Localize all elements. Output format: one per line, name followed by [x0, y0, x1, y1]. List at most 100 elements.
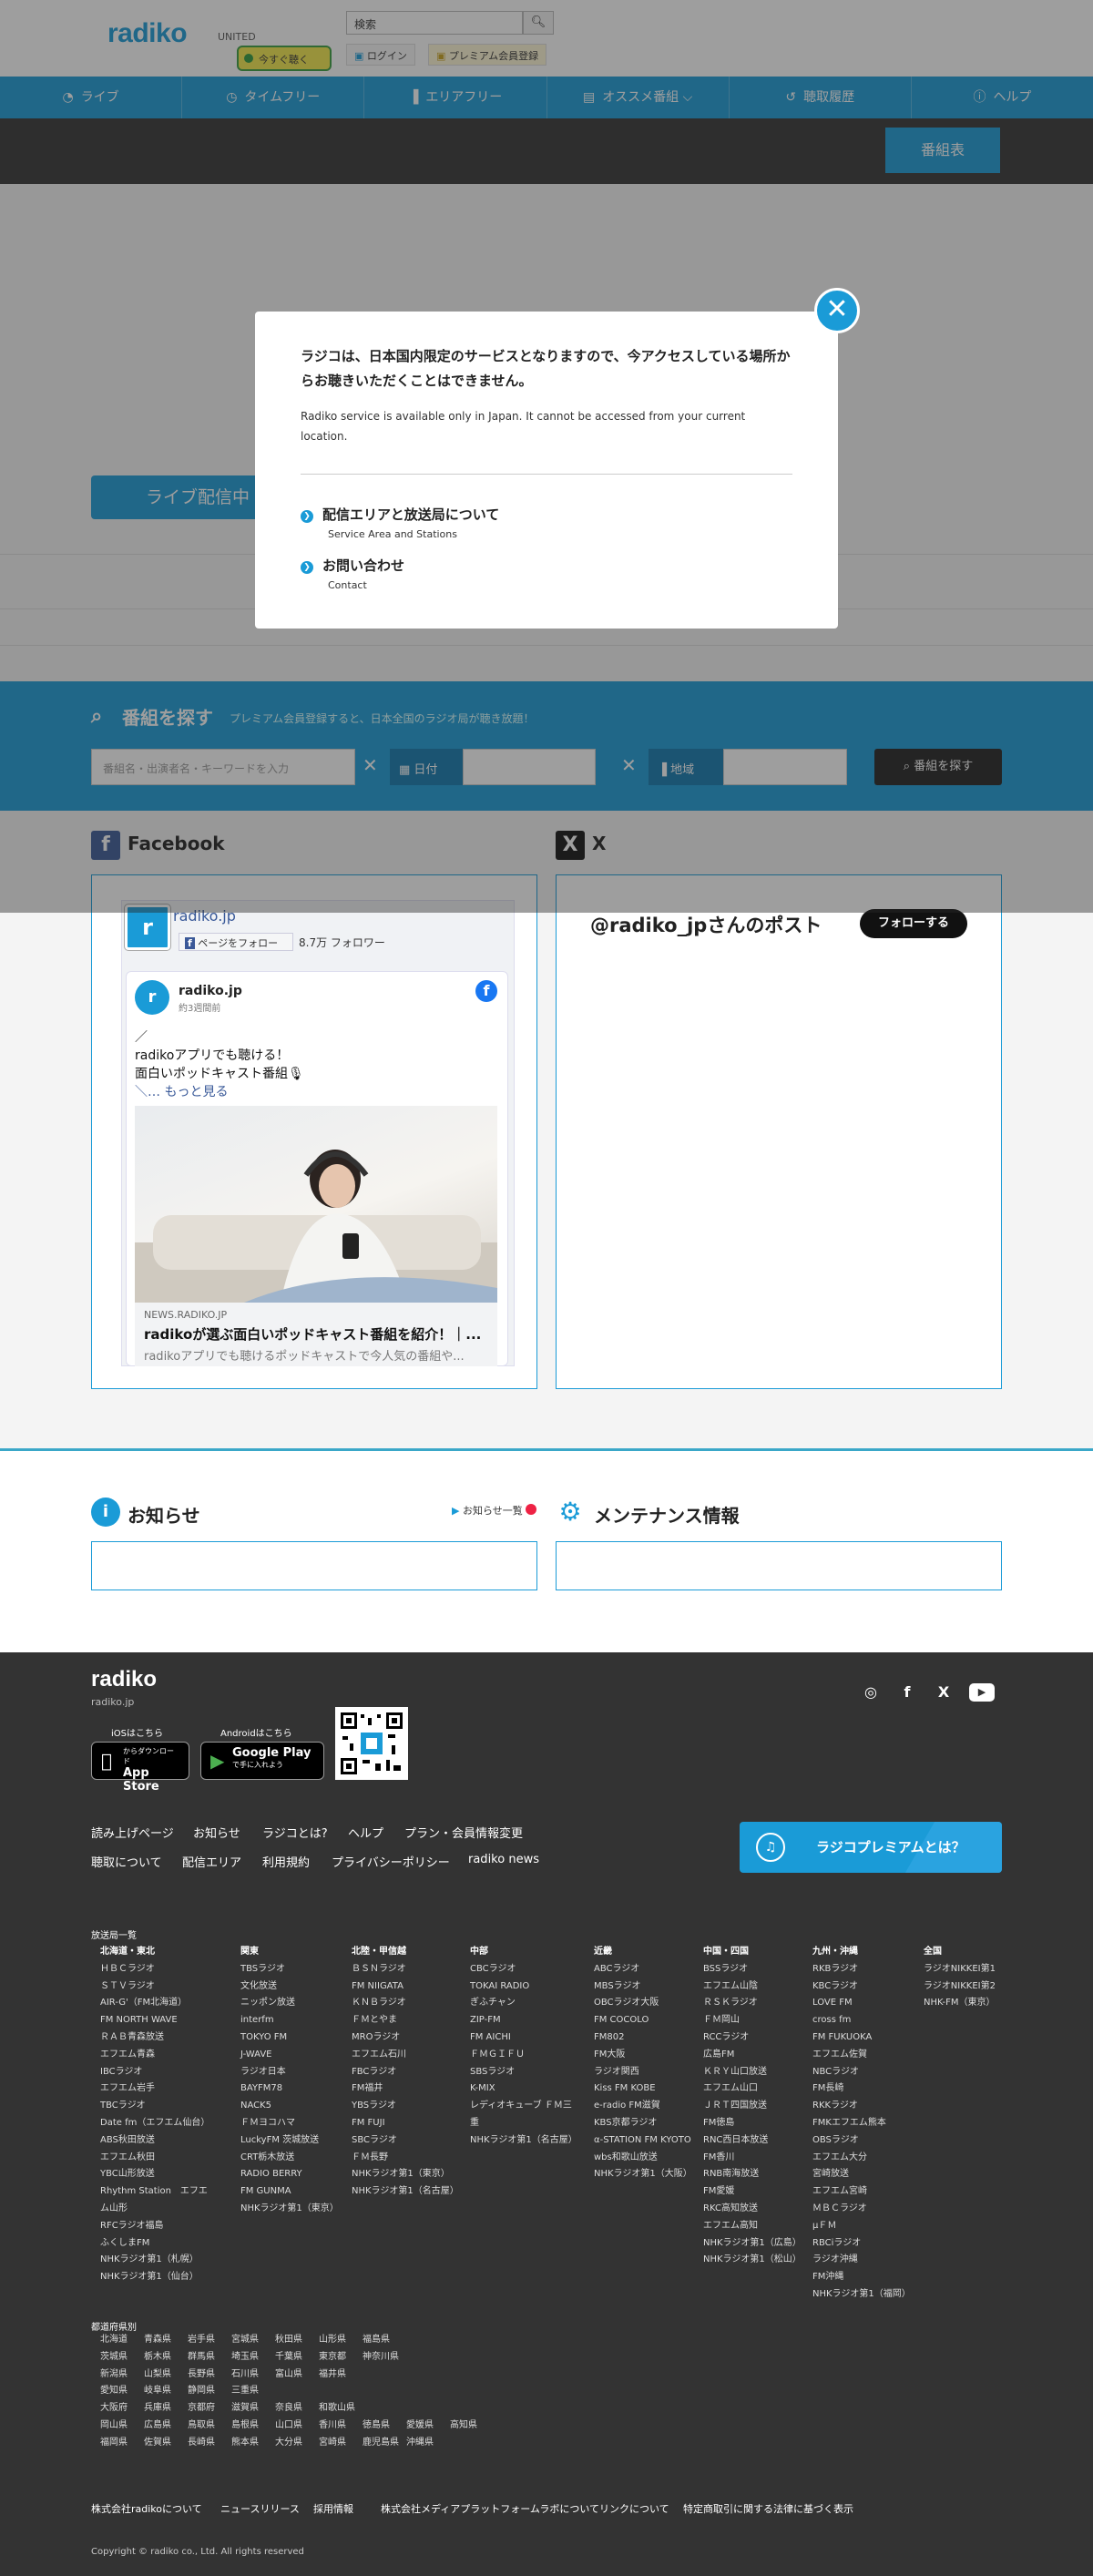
station-link[interactable]: FM GUNMA: [240, 2183, 348, 2201]
prefecture-link[interactable]: 佐賀県: [144, 2435, 188, 2452]
facebook-icon[interactable]: f: [475, 980, 497, 1002]
bottom-link[interactable]: ニュースリリース: [220, 2501, 300, 2516]
station-link[interactable]: ＪＲＴ四国放送: [703, 2098, 811, 2115]
prefecture-link[interactable]: 富山県: [275, 2366, 319, 2384]
station-link[interactable]: 広島FM: [703, 2047, 811, 2064]
station-link[interactable]: OBCラジオ大阪: [594, 1995, 701, 2012]
footer-link[interactable]: プライバシーポリシー: [332, 1853, 450, 1870]
station-link[interactable]: ＢＳＮラジオ: [352, 1961, 459, 1978]
link-title[interactable]: radikoが選ぶ面白いポッドキャスト番組を紹介！｜...: [144, 1324, 481, 1344]
station-link[interactable]: FBCラジオ: [352, 2064, 459, 2081]
station-link[interactable]: FM愛媛: [703, 2183, 811, 2201]
prefecture-link[interactable]: 高知県: [450, 2418, 494, 2435]
prefecture-link[interactable]: 京都府: [188, 2400, 231, 2418]
station-link[interactable]: NHKラジオ第1（福岡）: [812, 2286, 920, 2304]
prefecture-link[interactable]: 福島県: [363, 2332, 406, 2349]
prefecture-link[interactable]: 大分県: [275, 2435, 319, 2452]
prefecture-link[interactable]: 香川県: [319, 2418, 363, 2435]
station-link[interactable]: AIR-G'（FM北海道）: [100, 1995, 208, 2012]
prefecture-link[interactable]: 千葉県: [275, 2349, 319, 2366]
prefecture-link[interactable]: 長野県: [188, 2366, 231, 2384]
prefecture-link[interactable]: 大阪府: [100, 2400, 144, 2418]
station-link[interactable]: YBSラジオ: [352, 2098, 459, 2115]
bottom-link[interactable]: リンクについて: [599, 2501, 669, 2516]
prefecture-link[interactable]: 兵庫県: [144, 2400, 188, 2418]
x-follow-button[interactable]: フォローする: [860, 909, 967, 938]
station-link[interactable]: エフエム宮崎: [812, 2183, 920, 2201]
prefecture-link[interactable]: 広島県: [144, 2418, 188, 2435]
station-link[interactable]: YBC山形放送: [100, 2166, 208, 2183]
station-link[interactable]: Kiss FM KOBE: [594, 2080, 701, 2098]
x-icon[interactable]: X: [933, 1682, 955, 1703]
station-link[interactable]: ＲＡＢ青森放送: [100, 2029, 208, 2047]
prefecture-link[interactable]: 東京都: [319, 2349, 363, 2366]
instagram-icon[interactable]: ◎: [860, 1682, 882, 1703]
contact-link[interactable]: ❯ お問い合わせ: [301, 556, 404, 575]
station-link[interactable]: TOKYO FM: [240, 2029, 348, 2047]
station-link[interactable]: FM長崎: [812, 2080, 920, 2098]
footer-link[interactable]: radiko news: [468, 1853, 539, 1866]
station-link[interactable]: エフエム大分: [812, 2150, 920, 2167]
station-link[interactable]: cross fm: [812, 2012, 920, 2029]
station-link[interactable]: ＫＲＹ山口放送: [703, 2064, 811, 2081]
station-link[interactable]: NACK5: [240, 2098, 348, 2115]
fb-follow-button[interactable]: f ページをフォロー: [179, 933, 293, 951]
prefecture-link[interactable]: 山梨県: [144, 2366, 188, 2384]
station-link[interactable]: NHKラジオ第1（東京）: [240, 2201, 348, 2218]
station-link[interactable]: SBSラジオ: [470, 2064, 577, 2081]
station-link[interactable]: ＭＢＣラジオ: [812, 2201, 920, 2218]
station-link[interactable]: ZIP-FM: [470, 2012, 577, 2029]
station-link[interactable]: μＦＭ: [812, 2218, 920, 2235]
station-link[interactable]: KBS京都ラジオ: [594, 2115, 701, 2132]
station-link[interactable]: CBCラジオ: [470, 1961, 577, 1978]
prefecture-link[interactable]: 島根県: [231, 2418, 275, 2435]
station-link[interactable]: FM FUKUOKA: [812, 2029, 920, 2047]
station-link[interactable]: OBSラジオ: [812, 2132, 920, 2150]
station-link[interactable]: α-STATION FM KYOTO: [594, 2132, 701, 2150]
station-link[interactable]: TBCラジオ: [100, 2098, 208, 2115]
station-link[interactable]: NHKラジオ第1（名古屋）: [352, 2183, 459, 2201]
footer-link[interactable]: 配信エリア: [182, 1853, 241, 1870]
station-link[interactable]: CRT栃木放送: [240, 2150, 348, 2167]
footer-link[interactable]: 聴取について: [91, 1853, 162, 1870]
station-link[interactable]: NBCラジオ: [812, 2064, 920, 2081]
prefecture-link[interactable]: 神奈川県: [363, 2349, 406, 2366]
prefecture-link[interactable]: 岐阜県: [144, 2383, 188, 2400]
station-link[interactable]: ＦＭヨコハマ: [240, 2115, 348, 2132]
prefecture-link[interactable]: 三重県: [231, 2383, 275, 2400]
station-link[interactable]: LuckyFM 茨城放送: [240, 2132, 348, 2150]
google-play-button[interactable]: ▶ Google Play で手に入れよう: [200, 1742, 324, 1780]
footer-link[interactable]: お知らせ: [193, 1824, 240, 1841]
station-link[interactable]: RNC西日本放送: [703, 2132, 811, 2150]
prefecture-link[interactable]: 山形県: [319, 2332, 363, 2349]
close-icon[interactable]: ✕: [814, 288, 860, 333]
station-link[interactable]: ラジオNIKKEI第2: [924, 1978, 1031, 1996]
station-link[interactable]: NHKラジオ第1（仙台）: [100, 2269, 208, 2286]
station-link[interactable]: ふくしまFM: [100, 2235, 208, 2253]
prefecture-link[interactable]: 栃木県: [144, 2349, 188, 2366]
station-link[interactable]: エフエム佐賀: [812, 2047, 920, 2064]
prefecture-link[interactable]: 鹿児島県: [363, 2435, 406, 2452]
station-link[interactable]: FM徳島: [703, 2115, 811, 2132]
service-area-link[interactable]: ❯ 配信エリアと放送局について: [301, 505, 499, 524]
station-link[interactable]: FM大阪: [594, 2047, 701, 2064]
station-link[interactable]: ABCラジオ: [594, 1961, 701, 1978]
station-link[interactable]: RADIO BERRY: [240, 2166, 348, 2183]
prefecture-link[interactable]: 奈良県: [275, 2400, 319, 2418]
prefecture-link[interactable]: 石川県: [231, 2366, 275, 2384]
station-link[interactable]: ラジオ沖縄: [812, 2252, 920, 2269]
prefecture-link[interactable]: 宮城県: [231, 2332, 275, 2349]
station-link[interactable]: NHKラジオ第1（広島）: [703, 2235, 811, 2253]
facebook-icon[interactable]: f: [896, 1682, 918, 1703]
post-image[interactable]: [135, 1106, 497, 1303]
prefecture-link[interactable]: 沖縄県: [406, 2435, 450, 2452]
prefecture-link[interactable]: 秋田県: [275, 2332, 319, 2349]
prefecture-link[interactable]: 群馬県: [188, 2349, 231, 2366]
station-link[interactable]: ＦＭとやま: [352, 2012, 459, 2029]
station-link[interactable]: RKC高知放送: [703, 2201, 811, 2218]
post-avatar[interactable]: r: [135, 980, 169, 1015]
station-link[interactable]: エフエム石川: [352, 2047, 459, 2064]
prefecture-link[interactable]: 新潟県: [100, 2366, 144, 2384]
station-link[interactable]: エフエム岩手: [100, 2080, 208, 2098]
station-link[interactable]: RKKラジオ: [812, 2098, 920, 2115]
